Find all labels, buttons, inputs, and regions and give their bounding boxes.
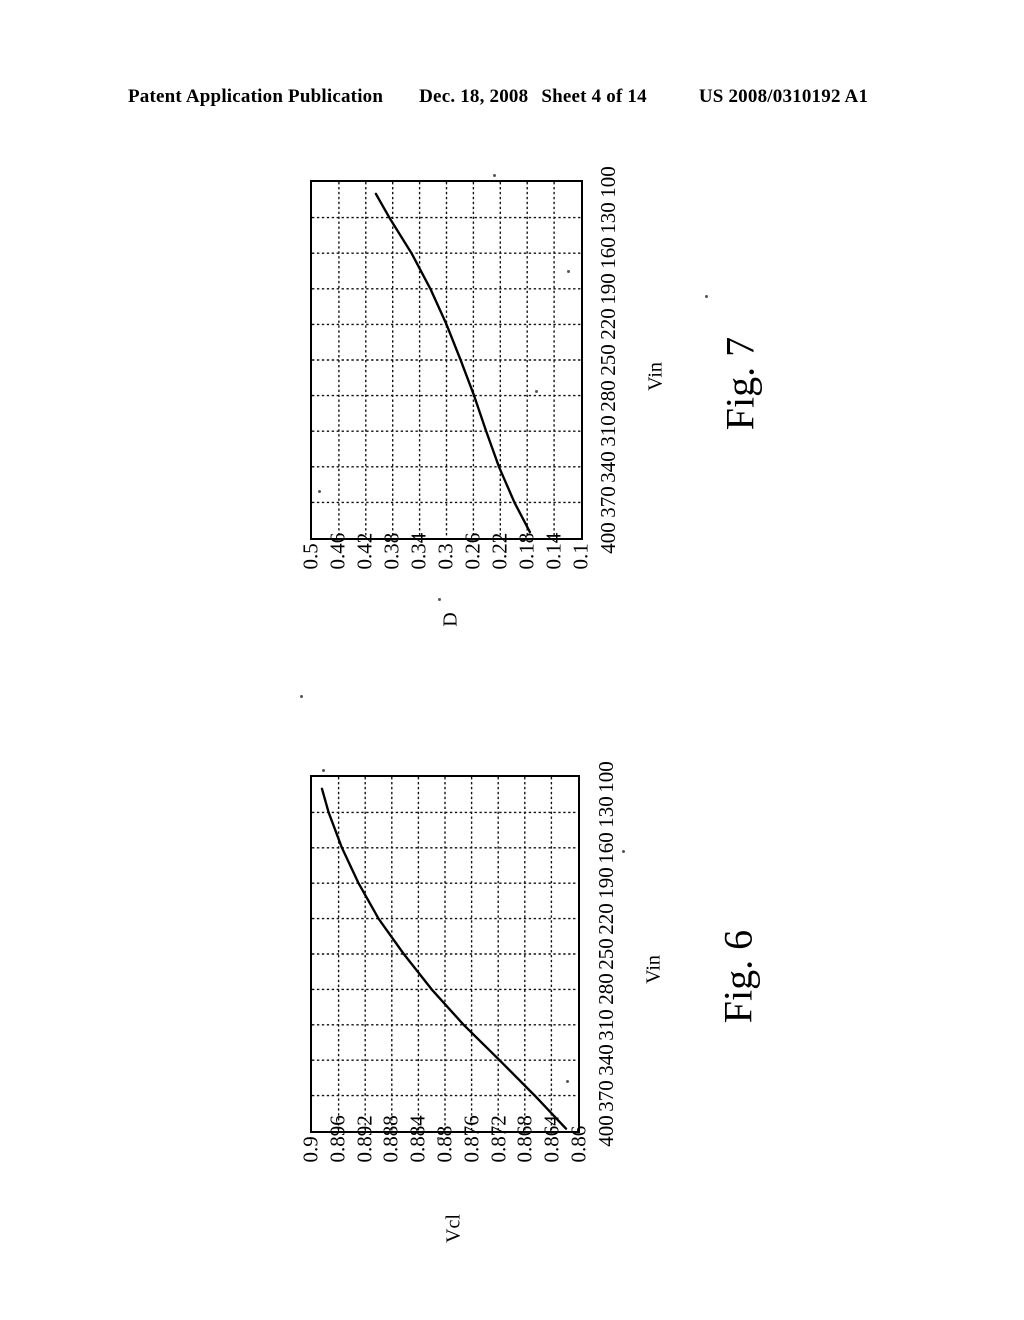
- print-speck: [300, 695, 303, 698]
- figure-7-value-tick-8: 0.18: [514, 532, 539, 570]
- figure-6-value-tick-4: 0.884: [405, 1115, 430, 1163]
- figure-6-vin-tick-6: 280: [593, 973, 618, 1006]
- figure-6-value-tick-3: 0.888: [378, 1115, 403, 1163]
- figure-7-vin-axis-ticks: 100 130 160 190 220 250 280 310 340 370 400: [592, 166, 646, 553]
- print-speck: [322, 769, 325, 772]
- figure-6-vin-tick-2: 160: [593, 832, 618, 864]
- figure-7-value-tick-6: 0.26: [460, 532, 485, 570]
- figure-7-value-tick-1: 0.46: [325, 532, 350, 570]
- print-speck: [437, 1137, 440, 1140]
- print-speck: [705, 295, 708, 298]
- figure-6-vin-tick-9: 370: [593, 1079, 618, 1112]
- figure-6-y-axis-label: Vcl: [442, 1214, 465, 1243]
- figure-6-vin-axis-ticks: 100 130 160 190 220 250 280 310 340 370 400: [590, 761, 644, 1146]
- figure-6-value-tick-9: 0.864: [539, 1115, 564, 1163]
- figure-7-caption: Fig. 7: [717, 336, 763, 431]
- figure-6-vin-tick-5: 250: [593, 938, 618, 970]
- figure-7-plot-area: [310, 180, 583, 540]
- print-speck: [622, 850, 625, 853]
- figure-6-caption: Fig. 6: [715, 929, 761, 1024]
- figure-7-value-tick-9: 0.14: [541, 532, 566, 570]
- figure-7-vin-tick-4: 220: [595, 308, 620, 341]
- figure-6-value-tick-8: 0.868: [512, 1115, 537, 1163]
- figure-7-value-tick-4: 0.34: [406, 532, 431, 570]
- figure-6-value-tick-2: 0.892: [352, 1115, 377, 1163]
- figure-6-vin-tick-0: 100: [593, 761, 618, 793]
- print-speck: [493, 174, 496, 177]
- figure-7-vin-tick-7: 310: [595, 415, 620, 447]
- print-speck: [535, 390, 538, 393]
- figure-6-vin-tick-4: 220: [593, 902, 618, 935]
- figure-7-value-axis-ticks: 0.5 0.46 0.42 0.38 0.34 0.3 0.26 0.22 0.18 0.14 0.…: [298, 532, 593, 608]
- figure-7-vin-tick-5: 250: [595, 344, 620, 376]
- figure-7: 0.5 0.46 0.42 0.38 0.34 0.3 0.26 0.22 0.18 0.14 0.…: [0, 150, 1024, 650]
- header-date: Dec. 18, 2008: [419, 86, 529, 107]
- figure-6-vin-tick-3: 190: [593, 867, 618, 899]
- figure-6-x-axis-label: Vin: [642, 955, 665, 984]
- print-speck: [566, 1080, 569, 1083]
- figure-7-vin-tick-3: 190: [595, 273, 620, 305]
- figure-6-value-axis-ticks: 0.9 0.896 0.892 0.888 0.884 0.88 0.876 0.872 0.8…: [298, 1115, 591, 1211]
- figure-7-vin-tick-0: 100: [595, 166, 620, 198]
- header-document-number: US 2008/0310192 A1: [698, 86, 869, 107]
- figure-7-value-tick-0: 0.5: [298, 543, 323, 570]
- figure-7-value-tick-3: 0.38: [379, 532, 404, 570]
- figure-6-value-tick-1: 0.896: [325, 1115, 350, 1163]
- figure-6-value-tick-5: 0.88: [432, 1125, 457, 1163]
- figure-7-value-tick-2: 0.42: [352, 532, 377, 570]
- figure-6-vin-tick-8: 340: [593, 1044, 618, 1076]
- figure-6-vin-tick-10: 400: [593, 1115, 618, 1147]
- figure-6-value-tick-10: 0.86: [566, 1125, 591, 1163]
- figure-7-vin-tick-9: 370: [595, 486, 620, 519]
- figure-7-vin-tick-8: 340: [595, 451, 620, 483]
- figure-6-value-tick-0: 0.9: [298, 1136, 323, 1163]
- header-publication: Patent Application Publication: [128, 86, 384, 107]
- figure-7-curve: [312, 182, 581, 538]
- print-speck: [318, 490, 321, 493]
- figure-7-value-tick-5: 0.3: [433, 543, 458, 570]
- figure-6-curve: [312, 777, 578, 1131]
- print-speck: [567, 270, 570, 273]
- figure-6-vin-tick-7: 310: [593, 1008, 618, 1041]
- figure-7-vin-tick-10: 400: [595, 522, 620, 554]
- figure-7-vin-tick-6: 280: [595, 379, 620, 412]
- print-speck: [438, 598, 441, 601]
- header-sheet: Sheet 4 of 14: [541, 86, 647, 107]
- page-header: Patent Application Publication Dec. 18, …: [128, 86, 896, 112]
- figure-7-y-axis-label: D: [439, 612, 462, 627]
- figure-7-x-axis-label: Vin: [644, 362, 667, 391]
- figure-7-vin-tick-1: 130: [595, 201, 620, 234]
- figure-7-value-tick-7: 0.22: [487, 532, 512, 570]
- figure-6-plot-area: [310, 775, 580, 1133]
- figure-6-value-tick-6: 0.876: [459, 1115, 484, 1163]
- figure-6: 0.9 0.896 0.892 0.888 0.884 0.88 0.876 0.872 0.8…: [0, 695, 1024, 1265]
- figure-7-value-tick-10: 0.1: [568, 543, 593, 570]
- figure-7-vin-tick-2: 160: [595, 237, 620, 269]
- figure-6-vin-tick-1: 130: [593, 796, 618, 829]
- figure-6-value-tick-7: 0.872: [486, 1115, 511, 1163]
